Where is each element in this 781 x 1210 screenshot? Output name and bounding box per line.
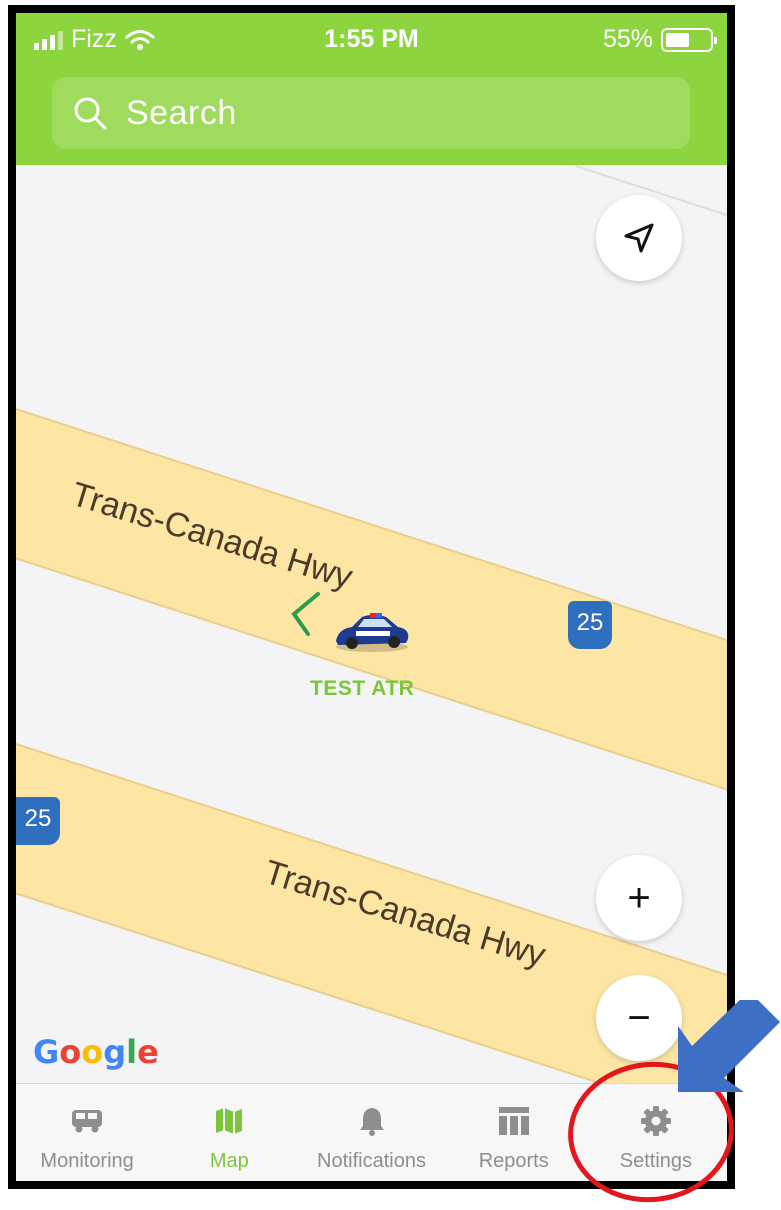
- police-car-icon[interactable]: [332, 611, 412, 653]
- tab-reports[interactable]: Reports: [443, 1084, 585, 1181]
- search-placeholder: Search: [126, 93, 237, 132]
- status-right: 55%: [602, 25, 717, 54]
- zoom-in-button[interactable]: +: [596, 855, 682, 941]
- minus-icon: −: [627, 995, 651, 1040]
- bell-icon: [358, 1102, 386, 1140]
- vehicle-label[interactable]: TEST ATR: [310, 677, 414, 701]
- battery-icon: [661, 27, 717, 52]
- tab-label: Reports: [478, 1150, 549, 1172]
- search-icon: [74, 97, 107, 130]
- tab-notifications[interactable]: Notifications: [300, 1084, 442, 1181]
- tab-monitoring[interactable]: Monitoring: [16, 1084, 158, 1181]
- status-bar: Fizz 1:55 PM 55%: [16, 13, 727, 63]
- tab-label: Notifications: [317, 1150, 426, 1172]
- route-shield: 25: [568, 601, 612, 649]
- locate-button[interactable]: [596, 195, 682, 281]
- battery-percent: 55%: [602, 25, 653, 53]
- tab-label: Monitoring: [40, 1150, 134, 1172]
- tab-map[interactable]: Map: [158, 1084, 300, 1181]
- bus-icon: [70, 1102, 104, 1140]
- route-shield: 25: [16, 797, 60, 845]
- annotation-arrow-icon: [678, 1000, 780, 1092]
- google-logo: Google: [33, 1033, 159, 1071]
- map-icon: [214, 1102, 244, 1140]
- tab-label: Map: [209, 1150, 249, 1172]
- map-view[interactable]: Trans-Canada Hwy Trans-Canada Hwy 25 25 …: [16, 165, 727, 1083]
- chevron-left-icon: [291, 592, 320, 636]
- search-bar[interactable]: Search: [52, 77, 690, 149]
- zoom-out-button[interactable]: −: [596, 975, 682, 1061]
- highway-road: [16, 395, 727, 798]
- phone-frame: Fizz 1:55 PM 55% Search Trans-Canada Hwy…: [8, 5, 735, 1189]
- plus-icon: +: [627, 875, 651, 920]
- navigation-arrow-icon: [624, 223, 654, 253]
- app-header: Fizz 1:55 PM 55% Search: [16, 13, 727, 165]
- table-icon: [498, 1102, 530, 1140]
